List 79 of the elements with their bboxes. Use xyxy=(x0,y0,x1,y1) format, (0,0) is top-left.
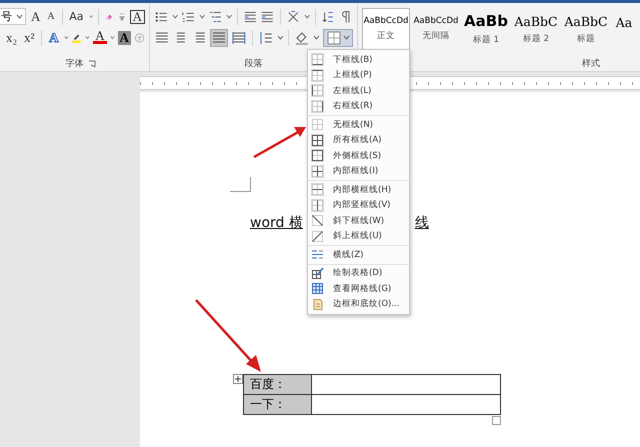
caret-icon[interactable] xyxy=(343,34,350,41)
document-heading: 线 xyxy=(414,214,429,232)
font-size-field[interactable]: 号 xyxy=(0,8,26,25)
inside-borders-icon xyxy=(311,164,324,178)
paint-bucket-icon[interactable] xyxy=(294,30,310,46)
line-spacing-icon[interactable] xyxy=(258,30,274,46)
caret-icon[interactable] xyxy=(172,13,178,20)
inside-horizontal-border-icon xyxy=(311,183,324,196)
menu-item[interactable]: 右框线(R) xyxy=(308,98,409,114)
menu-item[interactable]: 斜上框线(U) xyxy=(308,228,409,244)
menu-item[interactable]: 上框线(P) xyxy=(308,68,409,83)
caret-icon[interactable] xyxy=(313,34,320,41)
diagonal-up-border-icon xyxy=(311,230,324,243)
caret-icon[interactable] xyxy=(64,34,68,41)
group-label: 样式 xyxy=(582,58,600,70)
bottom-border-icon xyxy=(311,53,324,66)
borders-button[interactable] xyxy=(323,28,354,46)
menu-item[interactable]: 绘制表格(D) xyxy=(308,266,409,281)
menu-item[interactable]: 横线(Z) xyxy=(308,247,409,262)
caret-icon[interactable] xyxy=(88,13,93,20)
horizontal-line-icon xyxy=(311,248,324,262)
margin-corner-mark xyxy=(230,177,251,192)
table-cell: 百度： xyxy=(244,374,312,394)
superscript-button[interactable]: x² xyxy=(22,28,36,46)
grow-font-button[interactable]: A xyxy=(29,8,42,26)
page-icon xyxy=(311,298,324,311)
menu-item[interactable]: 内部竖框线(V) xyxy=(308,198,409,213)
menu-item[interactable]: 下框线(B) xyxy=(308,52,409,68)
caret-icon[interactable] xyxy=(85,34,90,41)
menu-item[interactable]: 所有框线(A) xyxy=(308,132,409,148)
gridlines-icon xyxy=(311,282,324,296)
menu-item[interactable]: 斜下框线(W) xyxy=(308,213,409,228)
caret-icon[interactable] xyxy=(226,13,232,20)
dialog-launcher-icon[interactable] xyxy=(88,60,96,68)
table-cell: 一下： xyxy=(244,394,312,414)
menu-item[interactable]: 查看网格线(G) xyxy=(308,281,409,296)
justify-icon[interactable] xyxy=(211,30,228,46)
character-shading-button[interactable]: A xyxy=(118,30,131,44)
top-border-icon xyxy=(311,68,324,82)
menu-item[interactable]: 无框线(N) xyxy=(308,117,409,132)
right-border-icon xyxy=(311,100,324,113)
draw-table-icon xyxy=(311,266,324,280)
character-border-button[interactable]: A xyxy=(130,10,145,24)
diagonal-down-border-icon xyxy=(311,214,324,228)
style-gallery-item[interactable]: AaBbC 标题 2 xyxy=(512,8,560,50)
table-move-handle-icon[interactable] xyxy=(233,374,243,384)
subscript-button[interactable]: x₂ xyxy=(4,28,20,46)
left-border-icon xyxy=(311,84,324,98)
inside-vertical-border-icon xyxy=(311,198,324,212)
menu-item[interactable]: 左框线(L) xyxy=(308,83,409,98)
group-label: 段落 xyxy=(244,58,262,70)
text-effects-button[interactable]: A xyxy=(47,28,61,46)
menu-item[interactable]: 外侧框线(S) xyxy=(308,148,409,164)
no-border-icon xyxy=(311,118,324,132)
style-gallery-item[interactable]: Aa xyxy=(612,8,636,50)
shrink-font-button[interactable]: A xyxy=(45,8,57,26)
menu-item[interactable]: 内部框线(I) xyxy=(308,164,409,179)
style-gallery-item[interactable]: AaBbC 标题 xyxy=(562,8,610,50)
style-gallery-item[interactable]: AaBbCcDd 正文 xyxy=(362,8,410,50)
all-borders-icon xyxy=(311,134,324,147)
caret-icon[interactable] xyxy=(16,13,23,20)
outside-borders-icon xyxy=(311,149,324,162)
distributed-icon[interactable] xyxy=(231,30,247,46)
caret-icon[interactable] xyxy=(110,34,115,41)
change-case-button[interactable]: Aa xyxy=(67,8,86,26)
align-left-icon[interactable] xyxy=(154,30,170,46)
font-color-button[interactable]: A xyxy=(93,31,107,44)
menu-item[interactable]: 内部横框线(H) xyxy=(308,182,409,198)
table-resize-handle-icon[interactable] xyxy=(492,416,501,425)
group-label: 字体 xyxy=(66,58,84,70)
borders-icon xyxy=(326,30,342,46)
asian-layout-icon[interactable] xyxy=(286,8,301,24)
document-heading: word 横 xyxy=(250,214,303,232)
caret-icon[interactable] xyxy=(304,13,310,20)
style-gallery-item[interactable]: AaBb 标题 1 xyxy=(462,8,510,50)
menu-item[interactable]: 边框和底纹(O)... xyxy=(308,296,409,312)
style-gallery-item[interactable]: AaBbCcDd 无间隔 xyxy=(412,8,460,50)
caret-icon[interactable] xyxy=(276,34,284,41)
caret-icon[interactable] xyxy=(198,13,205,20)
